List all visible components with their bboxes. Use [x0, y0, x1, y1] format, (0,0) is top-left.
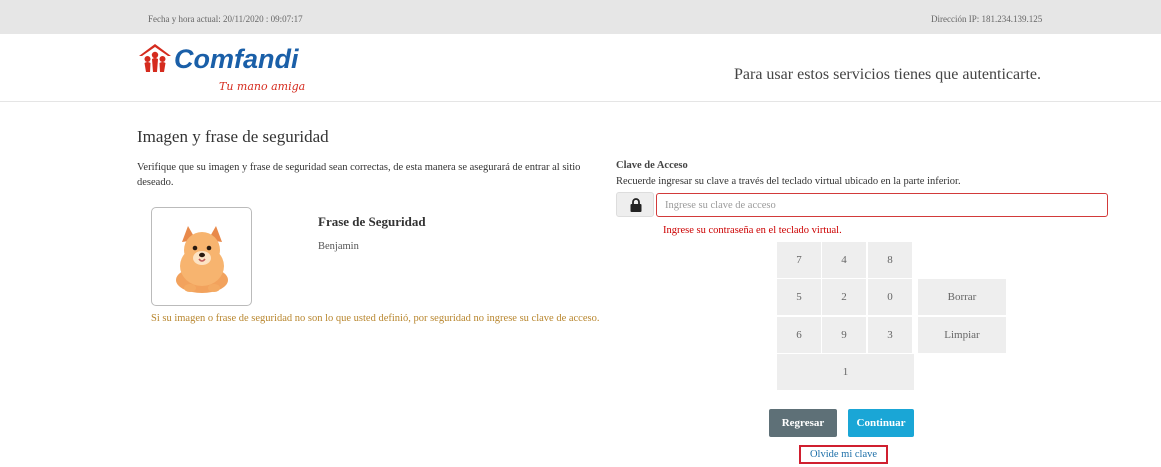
comfandi-logo: Comfandi Tu mano amiga: [137, 38, 327, 96]
lock-addon: [616, 192, 654, 217]
keypad-clear-button[interactable]: Limpiar: [918, 317, 1006, 353]
password-error: Ingrese su contraseña en el teclado virt…: [663, 225, 842, 236]
keypad-key[interactable]: 6: [777, 317, 821, 353]
security-phrase-title: Frase de Seguridad: [318, 214, 426, 229]
header: Comfandi Tu mano amiga Para usar estos s…: [0, 34, 1161, 102]
keypad-key[interactable]: 4: [822, 242, 866, 278]
keypad-key[interactable]: 2: [822, 279, 866, 315]
keypad-key[interactable]: 0: [868, 279, 912, 315]
continue-button[interactable]: Continuar: [848, 409, 914, 437]
current-datetime: Fecha y hora actual: 20/11/2020 : 09:07:…: [148, 14, 303, 24]
security-image-dog: [176, 226, 228, 293]
keypad-key[interactable]: 5: [777, 279, 821, 315]
access-key-title: Clave de Acceso: [616, 160, 688, 171]
security-phrase-value: Benjamin: [318, 241, 359, 252]
security-section-title: Imagen y frase de seguridad: [137, 127, 329, 146]
security-warning: Si su imagen o frase de seguridad no son…: [151, 313, 600, 324]
brand-tagline: Tu mano amiga: [219, 80, 305, 93]
keypad-key[interactable]: 3: [868, 317, 912, 353]
brand-name: Comfandi: [174, 44, 299, 74]
access-key-instructions: Recuerde ingresar su clave a través del …: [616, 176, 961, 187]
verify-instructions: Verifique que su imagen y frase de segur…: [137, 162, 581, 188]
back-button[interactable]: Regresar: [769, 409, 837, 437]
keypad-key[interactable]: 8: [868, 242, 912, 278]
ip-address: Dirección IP: 181.234.139.125: [931, 14, 1043, 24]
keypad-key[interactable]: 1: [777, 354, 914, 390]
lock-icon: [630, 198, 642, 212]
security-image: [151, 207, 252, 306]
keypad-key[interactable]: 9: [822, 317, 866, 353]
auth-message: Para usar estos servicios tienes que aut…: [734, 66, 1041, 83]
forgot-password-link[interactable]: Olvide mi clave: [799, 445, 888, 464]
top-info-bar: Fecha y hora actual: 20/11/2020 : 09:07:…: [0, 0, 1161, 34]
keypad-delete-button[interactable]: Borrar: [918, 279, 1006, 315]
keypad-key[interactable]: 7: [777, 242, 821, 278]
password-input[interactable]: [656, 193, 1108, 217]
